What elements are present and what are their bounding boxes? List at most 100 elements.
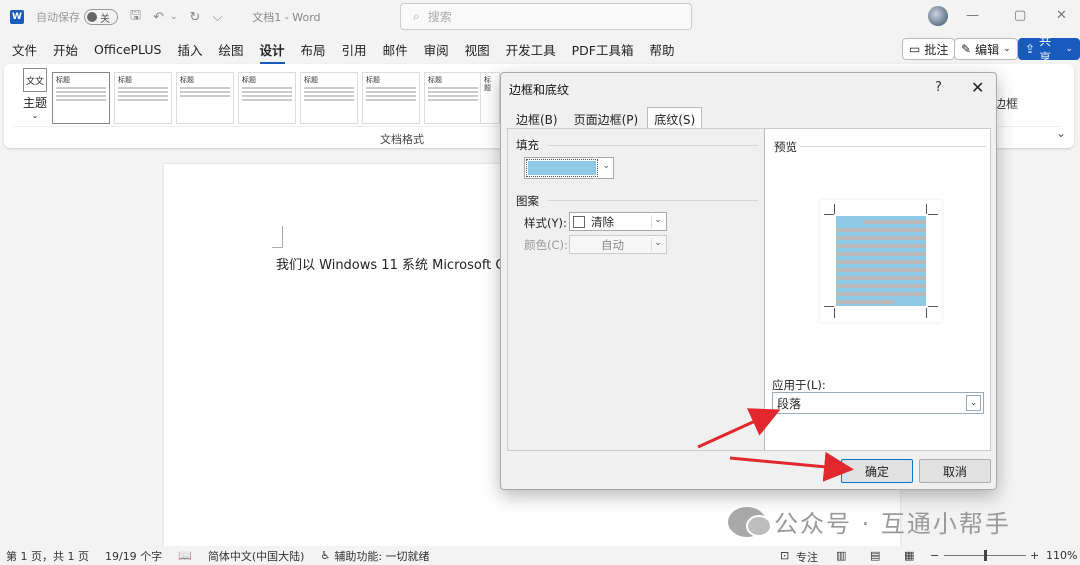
focus-icon[interactable]: ⊡ <box>780 549 789 562</box>
preview-text-line <box>836 236 926 240</box>
edit-label: 编辑 <box>975 42 1000 57</box>
menu-home[interactable]: 开始 <box>53 40 78 59</box>
pattern-style-value: 清除 <box>591 214 614 229</box>
undo-icon[interactable]: ↶ <box>153 10 164 25</box>
menu-draw[interactable]: 绘图 <box>219 40 244 59</box>
section-divider <box>548 200 758 201</box>
ok-button[interactable]: 确定 <box>841 459 913 483</box>
maximize-icon[interactable]: ▢ <box>1014 8 1026 23</box>
style-set-thumbnail[interactable]: 标题 <box>114 72 172 124</box>
undo-dropdown-icon[interactable]: ⌄ <box>170 12 178 22</box>
chevron-down-icon: ⌄ <box>31 111 39 120</box>
menu-review[interactable]: 审阅 <box>424 40 449 59</box>
apply-to-label: 应用于(L): <box>772 378 826 392</box>
preview-text-line <box>836 292 926 296</box>
focus-label[interactable]: 专注 <box>796 549 818 565</box>
page-borders-label[interactable]: 边框 <box>994 95 1018 112</box>
menu-officeplus[interactable]: OfficePLUS <box>94 42 161 57</box>
help-icon[interactable]: ? <box>935 80 942 95</box>
autosave-label: 自动保存 <box>36 11 80 24</box>
preview-text-line <box>836 252 926 256</box>
style-set-thumbnail[interactable]: 标题 <box>424 72 482 124</box>
style-set-thumbnail[interactable]: 标题 <box>362 72 420 124</box>
share-button[interactable]: ⇪ 共享 ⌄ <box>1018 34 1080 65</box>
zoom-level[interactable]: 110% <box>1046 549 1077 562</box>
print-layout-icon[interactable]: ▤ <box>870 549 880 562</box>
word-count[interactable]: 19/19 个字 <box>105 548 162 564</box>
comment-icon: ▭ <box>909 42 921 56</box>
fill-color-picker[interactable]: ⌄ <box>524 157 614 179</box>
customize-qat-icon[interactable]: ⌵ <box>212 10 222 25</box>
wechat-icon <box>728 506 772 537</box>
read-mode-icon[interactable]: ▥ <box>836 549 846 562</box>
style-title: 标题 <box>304 76 318 84</box>
menu-developer[interactable]: 开发工具 <box>506 40 556 59</box>
close-icon[interactable]: ✕ <box>971 78 984 97</box>
pattern-color-select: 自动 ⌄ <box>569 235 667 254</box>
ribbon-group-label: 文档格式 <box>380 133 424 146</box>
shading-panel: 填充 ⌄ 图案 样式(Y): 清除 ⌄ 颜色(C): 自动 ⌄ 预览 应用于(L… <box>507 128 991 451</box>
minimize-icon[interactable]: — <box>966 8 979 23</box>
pattern-swatch <box>573 215 585 228</box>
apply-to-select[interactable]: 段落 ⌄ <box>772 392 984 414</box>
menu-help[interactable]: 帮助 <box>649 40 674 59</box>
style-title: 标题 <box>366 76 380 84</box>
crop-mark <box>824 306 834 307</box>
preview-label: 预览 <box>774 140 797 154</box>
style-title: 标题 <box>180 76 194 84</box>
search-placeholder: 搜索 <box>427 10 452 24</box>
save-icon[interactable]: 🖫 <box>130 6 141 28</box>
style-set-thumbnail[interactable]: 标题 <box>480 72 500 124</box>
pattern-label: 图案 <box>516 194 539 208</box>
autosave-toggle[interactable]: 关 <box>84 9 118 25</box>
preview-shaded-paragraph <box>836 216 926 306</box>
panel-divider <box>764 129 765 450</box>
web-layout-icon[interactable]: ▦ <box>904 549 914 562</box>
cancel-button[interactable]: 取消 <box>919 459 991 483</box>
menu-references[interactable]: 引用 <box>342 40 367 59</box>
preview-text-line <box>836 268 926 272</box>
document-title: 文档1 - Word <box>252 11 321 24</box>
edit-button[interactable]: ✎ 编辑 ⌄ <box>954 38 1018 60</box>
share-icon: ⇪ <box>1025 42 1036 56</box>
chevron-down-icon: ⌄ <box>1065 44 1073 54</box>
user-avatar[interactable] <box>928 6 948 26</box>
collapse-ribbon-icon[interactable]: ⌄ <box>1056 126 1066 140</box>
style-set-thumbnail[interactable]: 标题 <box>176 72 234 124</box>
chevron-down-icon: ⌄ <box>1003 44 1011 54</box>
redo-icon[interactable]: ↻ <box>190 10 201 25</box>
toggle-knob <box>87 12 97 22</box>
style-set-thumbnail[interactable]: 标题 <box>300 72 358 124</box>
menu-mailings[interactable]: 邮件 <box>383 40 408 59</box>
zoom-in-icon[interactable]: + <box>1030 549 1039 562</box>
menu-design[interactable]: 设计 <box>259 40 285 64</box>
language-status[interactable]: 简体中文(中国大陆) <box>208 548 305 564</box>
comment-button[interactable]: ▭ 批注 <box>902 38 956 60</box>
close-window-icon[interactable]: ✕ <box>1056 8 1067 23</box>
style-label: 样式(Y): <box>524 216 567 230</box>
zoom-out-icon[interactable]: − <box>930 549 939 562</box>
theme-button[interactable]: 文文 主题 ⌄ <box>18 68 52 120</box>
shading-preview[interactable] <box>820 200 942 322</box>
menu-file[interactable]: 文件 <box>12 40 37 59</box>
menu-layout[interactable]: 布局 <box>301 40 326 59</box>
pattern-style-select[interactable]: 清除 ⌄ <box>569 212 667 231</box>
accessibility-status[interactable]: 辅助功能: 一切就绪 <box>334 548 429 564</box>
crop-mark <box>928 214 938 215</box>
menu-insert[interactable]: 插入 <box>177 40 202 59</box>
page-count[interactable]: 第 1 页，共 1 页 <box>6 548 89 564</box>
menu-view[interactable]: 视图 <box>465 40 490 59</box>
theme-icon: 文文 <box>23 68 47 92</box>
search-input[interactable]: ⌕ 搜索 <box>400 3 692 30</box>
zoom-slider-thumb[interactable] <box>984 550 987 561</box>
chevron-down-icon: ⌄ <box>966 395 981 411</box>
style-set-thumbnail[interactable]: 标题 <box>238 72 296 124</box>
menu-pdf-tools[interactable]: PDF工具箱 <box>572 40 634 59</box>
style-set-thumbnail[interactable]: 标题 <box>52 72 110 124</box>
proofing-icon[interactable]: 📖 <box>178 549 192 562</box>
color-label: 颜色(C): <box>524 238 568 252</box>
document-paragraph[interactable]: 我们以 Windows 11 系统 Microsoft Offic <box>276 254 525 273</box>
preview-text-line <box>836 260 926 264</box>
shading-options: 填充 ⌄ 图案 样式(Y): 清除 ⌄ 颜色(C): 自动 ⌄ <box>508 129 764 450</box>
preview-text-line <box>836 244 926 248</box>
